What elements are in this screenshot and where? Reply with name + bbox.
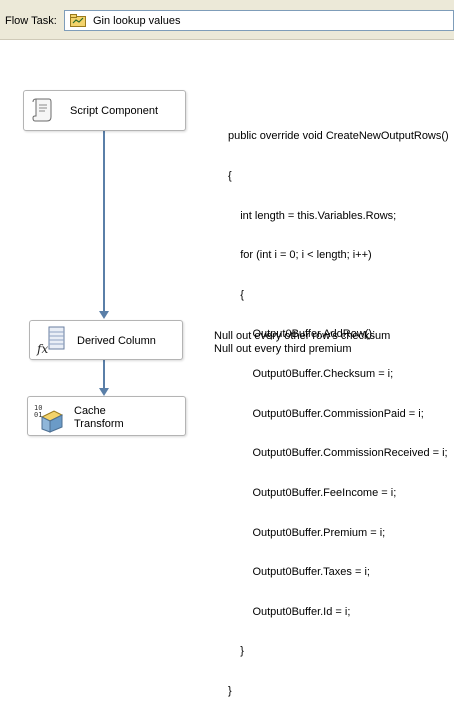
path-derived-to-cache[interactable] xyxy=(103,360,105,389)
cache-transform-icon: 10 01 xyxy=(34,404,64,433)
derived-column-annotation: Null out every other row's checksum Null… xyxy=(214,330,390,356)
code-line: Output0Buffer.CommissionPaid = i; xyxy=(228,407,424,420)
data-flow-task-icon xyxy=(70,14,86,27)
code-line: { xyxy=(228,288,244,301)
code-line: { xyxy=(228,170,232,183)
note-line: Null out every third premium xyxy=(214,343,352,355)
code-line: } xyxy=(228,684,232,697)
task-label: Derived Column xyxy=(77,335,156,347)
derived-column-fx-icon: fx xyxy=(36,326,65,356)
code-line: public override void CreateNewOutputRows… xyxy=(228,130,449,143)
path-arrowhead xyxy=(99,388,109,396)
code-line: for (int i = 0; i < length; i++) xyxy=(228,249,372,262)
task-label: Cache Transform xyxy=(74,405,124,430)
task-derived-column[interactable]: fx Derived Column xyxy=(29,320,183,360)
code-line: Output0Buffer.CommissionReceived = i; xyxy=(228,447,448,460)
flow-task-label: Flow Task: xyxy=(5,15,57,27)
svg-text:fx: fx xyxy=(36,342,48,356)
code-line: Output0Buffer.Premium = i; xyxy=(228,526,386,539)
flow-task-value: Gin lookup values xyxy=(93,15,181,27)
code-line: int length = this.Variables.Rows; xyxy=(228,209,397,222)
code-line: Output0Buffer.Checksum = i; xyxy=(228,368,394,381)
note-line: Null out every other row's checksum xyxy=(214,330,391,342)
code-line: Output0Buffer.Id = i; xyxy=(228,605,351,618)
flow-task-select[interactable]: Gin lookup values xyxy=(64,10,454,31)
code-line: Output0Buffer.FeeIncome = i; xyxy=(228,486,397,499)
task-script-component[interactable]: Script Component xyxy=(23,90,186,131)
path-arrowhead xyxy=(99,311,109,319)
path-script-to-derived[interactable] xyxy=(103,131,105,312)
code-line: Output0Buffer.Taxes = i; xyxy=(228,566,370,579)
code-line: } xyxy=(228,645,244,658)
svg-text:01: 01 xyxy=(34,411,42,419)
script-icon xyxy=(32,98,52,122)
task-cache-transform[interactable]: 10 01 Cache Transform xyxy=(27,396,186,436)
task-label: Script Component xyxy=(70,105,159,117)
flow-task-toolbar: Flow Task: Gin lookup values xyxy=(0,0,454,40)
script-code-annotation: public override void CreateNewOutputRows… xyxy=(228,104,449,711)
